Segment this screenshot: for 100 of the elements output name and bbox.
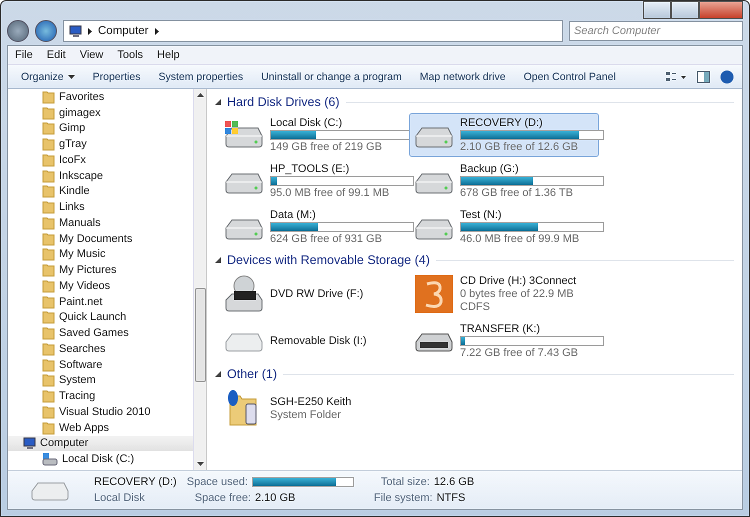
sidebar-item[interactable]: Paint.net bbox=[8, 294, 193, 310]
sidebar-item[interactable]: Searches bbox=[8, 341, 193, 357]
drive-name: Local Disk (C:) bbox=[270, 117, 344, 129]
drive-name: SGH-E250 Keith bbox=[270, 396, 352, 408]
sidebar-item[interactable]: System bbox=[8, 372, 193, 388]
back-button[interactable] bbox=[7, 20, 29, 42]
drive-item[interactable]: Backup (G:) 678 GB free of 1.36 TB bbox=[409, 159, 599, 203]
toolbar-button[interactable]: Organize bbox=[12, 70, 84, 82]
collapse-icon[interactable] bbox=[215, 99, 221, 105]
group-header[interactable]: Devices with Removable Storage (4) bbox=[227, 253, 430, 267]
sidebar-item[interactable]: Tracing bbox=[8, 388, 193, 404]
sidebar-item[interactable]: My Pictures bbox=[8, 262, 193, 278]
folder-icon bbox=[42, 294, 55, 309]
scrollbar[interactable] bbox=[194, 89, 207, 470]
sidebar-item[interactable]: Favorites bbox=[8, 89, 193, 105]
toolbar-button[interactable]: System properties bbox=[149, 70, 252, 82]
folder-icon bbox=[42, 310, 55, 324]
preview-pane-icon[interactable] bbox=[697, 70, 710, 82]
drive-item[interactable]: Removable Disk (I:) bbox=[219, 319, 409, 363]
sidebar-item[interactable]: My Videos bbox=[8, 278, 193, 294]
sidebar-item[interactable]: Software bbox=[8, 356, 193, 372]
folder-icon bbox=[42, 184, 55, 198]
menu-item[interactable]: Tools bbox=[110, 49, 150, 61]
drive-item[interactable]: Data (M:) 624 GB free of 931 GB bbox=[219, 205, 409, 249]
group-header[interactable]: Hard Disk Drives (6) bbox=[227, 95, 340, 109]
folder-icon bbox=[42, 247, 55, 262]
drive-detail: 0 bytes free of 22.9 MB bbox=[460, 288, 575, 300]
sidebar-item[interactable]: Kindle bbox=[8, 184, 193, 200]
drive-detail: System Folder bbox=[270, 408, 342, 420]
sidebar-item[interactable]: IcoFx bbox=[8, 152, 193, 168]
file-system-text: CDFS bbox=[460, 301, 491, 313]
computer-icon bbox=[22, 436, 36, 450]
sidebar-item[interactable]: Gimp bbox=[8, 120, 193, 136]
drive-item[interactable]: Test (N:) 46.0 MB free of 99.9 MB bbox=[409, 205, 599, 249]
toolbar-button[interactable]: Open Control Panel bbox=[514, 70, 625, 82]
drive-detail: 2.10 GB free of 12.6 GB bbox=[460, 141, 580, 153]
app-logo-icon bbox=[415, 275, 453, 313]
folder-icon bbox=[42, 373, 55, 388]
field-value: NTFS bbox=[436, 492, 466, 504]
field-value: 2.10 GB bbox=[255, 492, 296, 504]
sidebar-item[interactable]: Saved Games bbox=[8, 325, 193, 341]
sidebar-item[interactable]: My Documents bbox=[8, 230, 193, 246]
drive-detail: 95.0 MB free of 99.1 MB bbox=[270, 187, 390, 199]
sidebar-item[interactable]: Local Disk (C:) bbox=[8, 451, 193, 467]
maximize-button[interactable] bbox=[671, 1, 699, 19]
folder-icon bbox=[42, 90, 55, 104]
group-header[interactable]: Other (1) bbox=[227, 367, 278, 381]
menu-item[interactable]: View bbox=[72, 49, 110, 61]
folder-icon bbox=[42, 420, 55, 435]
drive-name: CD Drive (H:) 3Connect bbox=[460, 275, 576, 287]
menu-item[interactable]: Edit bbox=[40, 49, 73, 61]
folder-icon bbox=[42, 263, 55, 278]
collapse-icon[interactable] bbox=[215, 371, 221, 377]
drive-name: Removable Disk (I:) bbox=[270, 335, 367, 347]
folder-icon bbox=[42, 342, 55, 356]
search-field[interactable]: Search Computer bbox=[569, 21, 743, 41]
sidebar-item[interactable]: Web Apps bbox=[8, 420, 193, 436]
folder-icon bbox=[42, 152, 55, 167]
sidebar-item[interactable]: Quick Launch bbox=[8, 310, 193, 326]
drive-type: Local Disk bbox=[94, 492, 146, 504]
folder-icon bbox=[42, 358, 55, 372]
toolbar-button[interactable]: Uninstall or change a program bbox=[252, 70, 411, 82]
field-label: Space free: bbox=[194, 492, 251, 504]
scroll-thumb[interactable] bbox=[194, 288, 206, 382]
sidebar-item[interactable]: Visual Studio 2010 bbox=[8, 404, 193, 420]
drive-icon bbox=[42, 452, 58, 466]
folder-icon bbox=[42, 216, 55, 230]
chevron-icon bbox=[88, 28, 92, 34]
scroll-down-icon[interactable] bbox=[196, 462, 204, 466]
breadcrumb[interactable]: Computer bbox=[98, 25, 148, 37]
drive-item[interactable]: HP_TOOLS (E:) 95.0 MB free of 99.1 MB bbox=[219, 159, 409, 203]
sidebar-item[interactable]: Computer bbox=[8, 436, 193, 452]
drive-item[interactable]: TRANSFER (K:) 7.22 GB free of 7.43 GB bbox=[409, 319, 599, 363]
collapse-icon[interactable] bbox=[215, 257, 221, 263]
close-button[interactable] bbox=[699, 1, 743, 19]
drive-item[interactable]: Local Disk (C:) 149 GB free of 219 GB bbox=[219, 113, 409, 157]
menu-item[interactable]: File bbox=[8, 49, 40, 61]
drive-item[interactable]: DVD RW Drive (F:) bbox=[219, 271, 409, 317]
forward-button[interactable] bbox=[35, 20, 57, 42]
drive-detail: 149 GB free of 219 GB bbox=[270, 141, 383, 153]
view-options-icon[interactable] bbox=[665, 70, 687, 82]
sidebar-item[interactable]: gimagex bbox=[8, 104, 193, 120]
sidebar-item[interactable]: Manuals bbox=[8, 215, 193, 231]
drive-name: Data (M:) bbox=[270, 209, 317, 221]
minimize-button[interactable] bbox=[643, 1, 671, 19]
scroll-up-icon[interactable] bbox=[196, 93, 204, 97]
sidebar-item[interactable]: Inkscape bbox=[8, 168, 193, 184]
drive-name: Test (N:) bbox=[460, 209, 503, 221]
drive-detail: 678 GB free of 1.36 TB bbox=[460, 187, 574, 199]
drive-name: Backup (G:) bbox=[460, 163, 520, 175]
sidebar-item[interactable]: gTray bbox=[8, 136, 193, 152]
drive-item[interactable]: SGH-E250 Keith System Folder bbox=[219, 385, 409, 431]
toolbar-button[interactable]: Properties bbox=[84, 70, 150, 82]
sidebar-item[interactable]: My Music bbox=[8, 246, 193, 262]
toolbar-button[interactable]: Map network drive bbox=[410, 70, 515, 82]
sidebar-item[interactable]: Links bbox=[8, 199, 193, 215]
menu-item[interactable]: Help bbox=[150, 49, 187, 61]
drive-item[interactable]: CD Drive (H:) 3Connect 0 bytes free of 22.9 MB CDFS bbox=[409, 271, 599, 317]
folder-icon bbox=[42, 389, 55, 404]
address-bar[interactable]: Computer bbox=[63, 20, 563, 42]
